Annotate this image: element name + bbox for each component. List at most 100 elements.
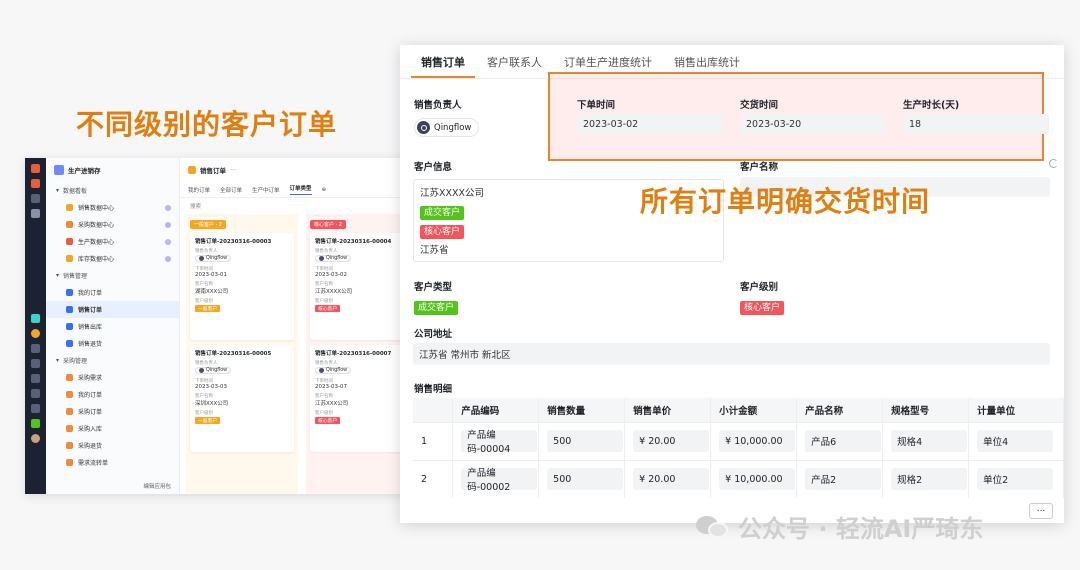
more-icon[interactable]: ··· [230, 166, 236, 174]
address-field[interactable]: 江苏省 常州市 新北区 [413, 343, 1050, 365]
table-cell[interactable]: ¥ 20.00 [633, 468, 710, 491]
edit-app-link[interactable]: 编辑应用包 [143, 482, 171, 490]
mini-search[interactable]: 搜索 [180, 198, 405, 214]
table-cell[interactable]: 产品6 [805, 430, 882, 452]
table-cell[interactable]: ¥ 10,000.00 [719, 430, 796, 452]
card-customer: 江苏XXX公司 [315, 401, 349, 407]
order-card[interactable]: 销售订单-20230316-00003 销售负责人 Qingflow 下单时间 2023… [190, 233, 294, 340]
sidebar-item[interactable]: 我的订单 [46, 386, 179, 403]
sidebar-item[interactable]: 采购订单 [46, 403, 179, 420]
order-time-field[interactable]: 2023-03-02 [577, 114, 723, 134]
card-date: 2023-03-07 [315, 384, 347, 390]
flame-icon[interactable] [31, 329, 40, 338]
app-logo-icon [31, 164, 40, 173]
app-preview: 生产进销存 ▾ 数据看板 销售数据中心 采购数据中心 生产数据中心 库存数据中心 ▾ 销售管理… [25, 158, 405, 494]
contacts-icon[interactable] [31, 359, 40, 368]
sidebar-item[interactable]: 我的订单 [46, 284, 179, 301]
sidebar-item[interactable]: 销售数据中心 [46, 199, 179, 216]
grid-icon[interactable] [31, 404, 40, 413]
customer-type-tag: 成交客户 [414, 301, 459, 315]
table-cell[interactable]: 产品编码-00002 [461, 468, 538, 493]
more-button[interactable]: ... [1029, 503, 1053, 519]
workspace-icon[interactable] [31, 419, 40, 428]
sidebar-item[interactable]: 销售退货 [46, 335, 179, 352]
tab-order-type[interactable]: 订单类型 [289, 184, 312, 195]
app-icon [31, 179, 40, 188]
apps-icon[interactable] [31, 209, 40, 218]
tab-contacts[interactable]: 客户联系人 [477, 54, 552, 78]
home-icon[interactable] [31, 194, 40, 203]
sidebar-item[interactable]: 需求流转单 [46, 454, 179, 471]
sidebar-item[interactable]: 生产数据中心 [46, 233, 179, 250]
tab-sales-order[interactable]: 销售订单 [411, 54, 475, 78]
sidebar-item[interactable]: 采购需求 [46, 369, 179, 386]
delivery-time-field[interactable]: 2023-03-20 [740, 114, 886, 134]
sidebar-item[interactable]: 库存数据中心 [46, 250, 179, 267]
add-view-icon[interactable]: ⊕ [322, 187, 327, 193]
sidebar-item-icon [66, 374, 73, 381]
table-cell[interactable]: ¥ 20.00 [633, 430, 710, 452]
owner-chip: Qingflow [195, 255, 232, 262]
deal-customer-tag: 成交客户 [420, 206, 465, 220]
sidebar-group[interactable]: ▾ 销售管理 [46, 267, 179, 284]
tab-all-orders[interactable]: 全部订单 [220, 186, 242, 194]
tab-my-orders[interactable]: 我的订单 [188, 186, 210, 194]
link-icon[interactable] [31, 314, 40, 323]
delivery-time-label: 交货时间 [740, 100, 779, 111]
table-cell[interactable]: 单位2 [977, 468, 1054, 491]
sidebar-item[interactable]: 采购数据中心 [46, 216, 179, 233]
mini-main: 销售订单 ··· 我的订单 全部订单 生产中订单 订单类型 ⊕ 搜索 一般客户 … [180, 158, 405, 494]
order-card[interactable]: 销售订单-20230316-00007 销售负责人 Qingflow 下单时间 2023… [310, 345, 405, 452]
order-card[interactable]: 销售订单-20230316-00004 销售负责人 Qingflow 下单时间 2023… [310, 233, 405, 340]
avatar[interactable] [31, 434, 40, 443]
table-cell[interactable]: 产品2 [805, 468, 882, 491]
user-avatar-icon [199, 368, 204, 373]
sidebar-group[interactable]: ▾ 采购管理 [46, 352, 179, 369]
search-icon[interactable] [31, 344, 40, 353]
table-header [413, 398, 454, 422]
mini-page-title: 销售订单 ··· [180, 158, 405, 182]
customer-type-label: 客户类型 [414, 282, 453, 293]
sidebar-item-icon [66, 340, 73, 347]
table-header: 产品编码 [452, 398, 540, 422]
customer-name-label: 客户名称 [740, 162, 779, 173]
chevron-down-icon: ▾ [56, 272, 60, 279]
sidebar-item-icon [66, 238, 73, 245]
card-title: 销售订单-20230316-00005 [195, 351, 272, 357]
sidebar-item-icon [66, 221, 73, 228]
mini-tabs: 我的订单 全部订单 生产中订单 订单类型 ⊕ [180, 182, 405, 198]
refresh-icon[interactable] [1049, 159, 1058, 168]
card-customer: 深圳XXX公司 [195, 401, 229, 407]
order-card[interactable]: 销售订单-20230316-00005 销售负责人 Qingflow 下单时间 2023… [190, 345, 294, 452]
table-cell[interactable]: 500 [547, 430, 624, 452]
table-cell[interactable]: 产品编码-00004 [461, 430, 538, 455]
sidebar-item-icon [66, 255, 73, 262]
bell-icon[interactable] [31, 374, 40, 383]
card-customer: 湖南XXX公司 [195, 289, 229, 295]
table-header: 销售数量 [538, 398, 626, 422]
duration-field[interactable]: 18 [903, 114, 1049, 134]
sales-detail-label: 销售明细 [414, 384, 453, 395]
form-icon [188, 166, 196, 174]
help-icon[interactable] [31, 389, 40, 398]
sidebar-item[interactable]: 采购退货 [46, 437, 179, 454]
card-level-tag: 核心客户 [315, 417, 341, 424]
column-tag: 核心客户 · 2 [310, 220, 346, 229]
sales-owner-chip[interactable]: Qingflow [414, 118, 480, 137]
table-header: 规格型号 [882, 398, 970, 422]
customer-province: 江苏省 [420, 245, 449, 256]
sidebar-group[interactable]: ▾ 数据看板 [46, 182, 179, 199]
card-date: 2023-03-01 [195, 272, 227, 278]
table-cell[interactable]: 单位4 [977, 430, 1054, 452]
sidebar-item[interactable]: 销售订单 [46, 301, 179, 318]
tab-in-production[interactable]: 生产中订单 [252, 186, 280, 194]
table-cell[interactable]: ¥ 10,000.00 [719, 468, 796, 491]
sales-detail-table: 产品编码 销售数量 销售单价 小计金额 产品名称 规格型号 计量单位 1 产品编码-00004… [413, 398, 1064, 498]
sidebar-item-icon [66, 459, 73, 466]
table-cell[interactable]: 规格2 [891, 468, 968, 491]
table-cell[interactable]: 500 [547, 468, 624, 491]
sidebar-item[interactable]: 采购入库 [46, 420, 179, 437]
column-tag: 一般客户 · 2 [190, 220, 226, 229]
sidebar-item[interactable]: 销售出库 [46, 318, 179, 335]
table-cell[interactable]: 规格4 [891, 430, 968, 452]
